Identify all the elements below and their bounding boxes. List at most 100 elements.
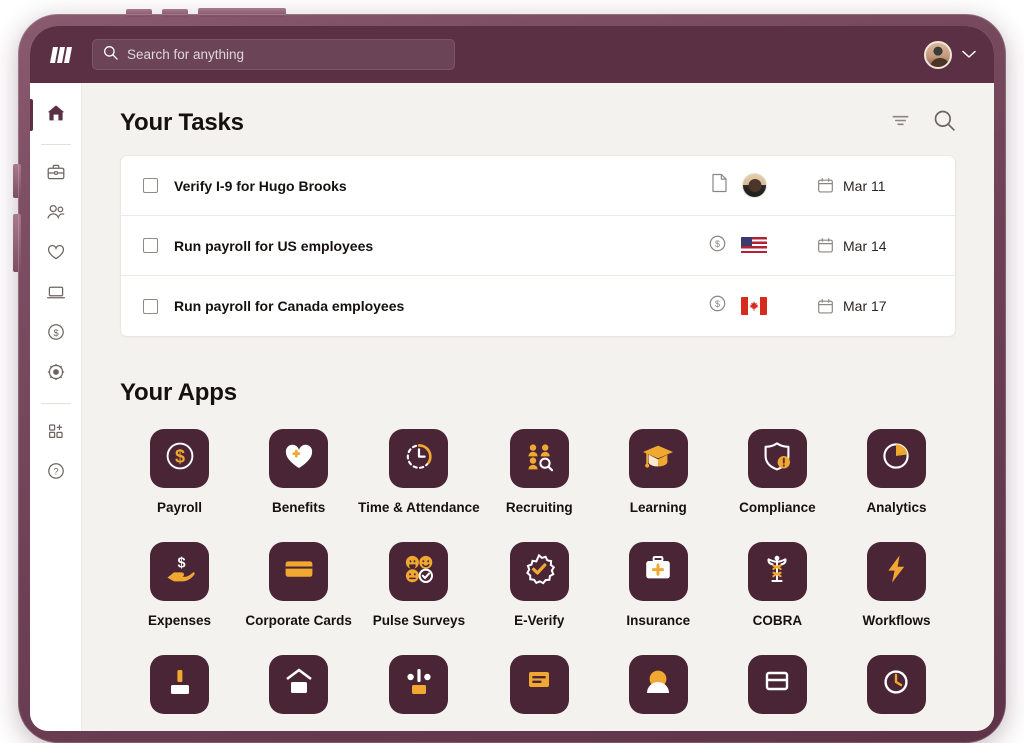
- app-icon-container[interactable]: [628, 542, 688, 601]
- shield-alert-icon: [760, 439, 794, 478]
- app-tile-partial-6[interactable]: [718, 655, 837, 726]
- app-icon-container[interactable]: [747, 542, 807, 601]
- app-tile-partial-7[interactable]: [837, 655, 956, 726]
- search-input[interactable]: [127, 47, 444, 62]
- heart-plus-icon: [282, 439, 316, 478]
- table-row[interactable]: Verify I-9 for Hugo Brooks Mar 11: [121, 156, 955, 216]
- task-due-date: Mar 14: [817, 237, 935, 254]
- device-button-top-3[interactable]: [198, 8, 286, 17]
- search-icon: [103, 45, 118, 65]
- app-icon-container[interactable]: [269, 655, 329, 714]
- table-row[interactable]: Run payroll for Canada employees $ Mar 1…: [121, 276, 955, 336]
- app-icon-container[interactable]: [269, 429, 329, 488]
- task-checkbox[interactable]: [143, 238, 158, 253]
- app-label: COBRA: [752, 613, 803, 628]
- device-button-top-2[interactable]: [162, 9, 188, 17]
- filter-icon[interactable]: [890, 110, 911, 136]
- app-label: Time & Attendance: [358, 500, 480, 515]
- apps-section-title: Your Apps: [120, 379, 237, 406]
- apps-grid: $ Payroll Benefits Time & Attendance Rec…: [120, 429, 956, 726]
- task-checkbox[interactable]: [143, 178, 158, 193]
- main-content: Your Tasks Verify I-9 for Hugo Brooks Ma…: [82, 83, 994, 731]
- heart-icon: [46, 242, 66, 267]
- app-icon-container[interactable]: [747, 655, 807, 714]
- app-icon-container[interactable]: [509, 542, 569, 601]
- credit-card-icon: [282, 552, 316, 591]
- table-row[interactable]: Run payroll for US employees $ Mar 14: [121, 216, 955, 276]
- app-icon-container[interactable]: [389, 542, 449, 601]
- dollar-circle-icon: $: [163, 439, 197, 478]
- device-button-side-2[interactable]: [13, 214, 21, 272]
- sidebar-item-benefits[interactable]: [30, 234, 82, 274]
- app-icon-container[interactable]: [509, 655, 569, 714]
- app-tile-learning[interactable]: Learning: [599, 429, 718, 515]
- due-date-text: Mar 14: [843, 237, 887, 254]
- app-icon-container[interactable]: [509, 429, 569, 488]
- tasks-header-actions: [890, 109, 956, 137]
- app-tile-everify[interactable]: E-Verify: [480, 542, 599, 628]
- briefcase-icon: [46, 162, 66, 187]
- app-tile-partial-3[interactable]: [358, 655, 480, 726]
- svg-text:$: $: [715, 299, 720, 309]
- app-tile-expenses[interactable]: $ Expenses: [120, 542, 239, 628]
- clock-dashed-icon: [402, 439, 436, 478]
- app-tile-partial-1[interactable]: [120, 655, 239, 726]
- app-icon-container[interactable]: $: [150, 542, 210, 601]
- app-icon-container[interactable]: [747, 429, 807, 488]
- app-tile-partial-2[interactable]: [239, 655, 358, 726]
- badge-check-icon: [522, 552, 556, 591]
- rippling-logo[interactable]: [50, 45, 74, 65]
- question-circle-icon: ?: [46, 461, 66, 486]
- app-icon-container[interactable]: [389, 429, 449, 488]
- app-tile-payroll[interactable]: $ Payroll: [120, 429, 239, 515]
- app-icon-container[interactable]: [866, 655, 926, 714]
- sidebar-divider-1: [40, 144, 71, 145]
- app-icon-container[interactable]: $: [150, 429, 210, 488]
- avatar: [742, 173, 767, 198]
- app-icon-container[interactable]: [866, 429, 926, 488]
- sidebar-item-devices[interactable]: [30, 274, 82, 314]
- app-icon-container[interactable]: [628, 655, 688, 714]
- task-checkbox[interactable]: [143, 298, 158, 314]
- app-label: Analytics: [866, 500, 927, 515]
- app-tile-benefits[interactable]: Benefits: [239, 429, 358, 515]
- app-icon-container[interactable]: [866, 542, 926, 601]
- app-tile-workflows[interactable]: Workflows: [837, 542, 956, 628]
- device-button-side-1[interactable]: [13, 164, 21, 198]
- app-tile-insurance[interactable]: Insurance: [599, 542, 718, 628]
- lightning-bolt-icon: [879, 552, 913, 591]
- app-tile-analytics[interactable]: Analytics: [837, 429, 956, 515]
- task-due-date: Mar 11: [817, 177, 935, 194]
- app-tile-corporate-cards[interactable]: Corporate Cards: [239, 542, 358, 628]
- sidebar-item-settings[interactable]: [30, 354, 82, 394]
- sidebar-item-apps[interactable]: [30, 413, 82, 453]
- app-tile-partial-5[interactable]: [599, 655, 718, 726]
- app-label: Benefits: [271, 500, 326, 515]
- due-date-text: Mar 11: [843, 177, 886, 194]
- app-icon-container[interactable]: [628, 429, 688, 488]
- tasks-section-header: Your Tasks: [120, 109, 956, 137]
- app-icon-container[interactable]: [389, 655, 449, 714]
- app-icon-container[interactable]: [150, 655, 210, 714]
- search-icon[interactable]: [933, 109, 956, 137]
- device-button-top-1[interactable]: [126, 9, 152, 17]
- app-tile-compliance[interactable]: Compliance: [718, 429, 837, 515]
- app-tile-partial-4[interactable]: [480, 655, 599, 726]
- global-search-bar[interactable]: [92, 39, 455, 70]
- sidebar-item-briefcase[interactable]: [30, 154, 82, 194]
- sidebar-item-help[interactable]: ?: [30, 453, 82, 493]
- chevron-down-icon[interactable]: [962, 46, 976, 64]
- app-tile-pulse-surveys[interactable]: Pulse Surveys: [358, 542, 480, 628]
- app-tile-recruiting[interactable]: Recruiting: [480, 429, 599, 515]
- app-icon-container[interactable]: [269, 542, 329, 601]
- sidebar-item-people[interactable]: [30, 194, 82, 234]
- sidebar-item-home[interactable]: [30, 95, 82, 135]
- people-search-icon: [522, 439, 556, 478]
- avatar[interactable]: [924, 40, 952, 69]
- dollar-circle-icon: $: [708, 294, 727, 318]
- sidebar-item-spend[interactable]: $: [30, 314, 82, 354]
- app-tile-time-attendance[interactable]: Time & Attendance: [358, 429, 480, 515]
- partial-tile-3-icon: [404, 667, 434, 702]
- app-tile-cobra[interactable]: COBRA: [718, 542, 837, 628]
- app-label: Corporate Cards: [245, 613, 352, 628]
